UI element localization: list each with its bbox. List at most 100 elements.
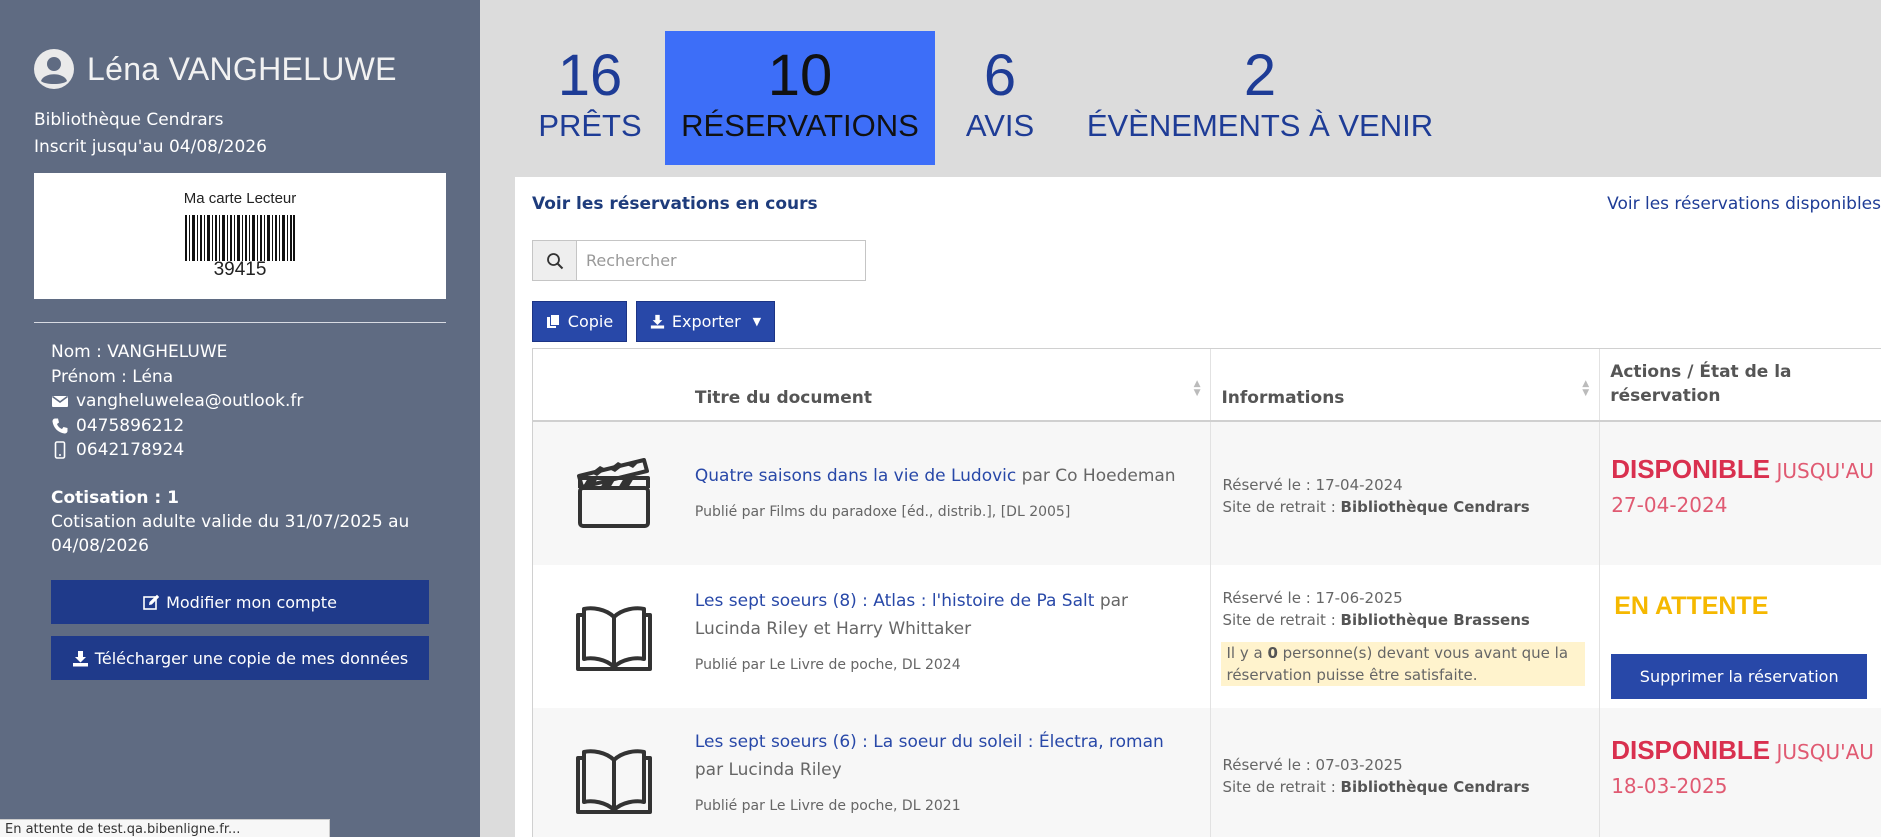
header-informations[interactable]: Informations ▲ ▼ (1211, 349, 1601, 420)
library-name: Bibliothèque Cendrars (34, 110, 224, 130)
doc-publisher: Publié par Le Livre de poche, DL 2021 (694, 798, 961, 814)
tab-avis[interactable]: 6 AVIS (935, 31, 1065, 165)
note-text-a: Il y a (1226, 644, 1268, 662)
download-icon (650, 314, 664, 329)
reserve-label: Réservé le : (1222, 756, 1316, 774)
cotisation-label: Cotisation : 1 (51, 488, 179, 508)
site-label: Site de retrait : (1222, 778, 1341, 796)
tab-label: AVIS (965, 108, 1035, 143)
doc-status-cell: DISPONIBLE JUSQU'AU 27-04-2024 (1600, 422, 1881, 565)
doc-author: par Lucinda Riley (694, 760, 842, 780)
doc-status-cell: EN ATTENTE Supprimer la réservation (1600, 565, 1881, 708)
modifier-compte-button[interactable]: Modifier mon compte (51, 580, 429, 624)
copy-icon (546, 314, 560, 328)
table-header: Titre du document ▲ ▼ Informations ▲ ▼ Act… (533, 349, 1881, 422)
card-title: Ma carte Lecteur (183, 190, 297, 207)
status-big: DISPONIBLE (1611, 454, 1771, 484)
cotisation-text: Cotisation adulte valide du 31/07/2025 a… (51, 512, 410, 556)
link-reservations-en-cours[interactable]: Voir les réservations en cours (532, 194, 818, 214)
doc-status-cell: DISPONIBLE JUSQU'AU 18-03-2025 (1600, 708, 1881, 837)
header-titre[interactable]: Titre du document ▲ ▼ (695, 349, 1212, 420)
reserve-label: Réservé le : (1222, 476, 1316, 494)
copie-button[interactable]: Copie (532, 301, 627, 342)
header-actions: Actions / État de la réservation (1600, 349, 1881, 420)
phone-icon (52, 418, 68, 434)
reserve-date: 17-06-2025 (1315, 589, 1403, 607)
mobile-icon (54, 441, 66, 460)
site-name: Bibliothèque Brassens (1340, 611, 1530, 629)
sort-icon[interactable]: ▲ ▼ (1582, 380, 1589, 398)
exporter-button[interactable]: Exporter ▼ (636, 301, 775, 342)
tab-label: ÉVÈNEMENTS À VENIR (1086, 108, 1434, 143)
tab-count: 2 (1243, 43, 1277, 108)
header-image (533, 349, 695, 420)
email-row: vangheluwelea@outlook.fr (51, 389, 303, 414)
telecharger-label: Télécharger une copie de mes données (94, 648, 409, 668)
search-icon-wrap[interactable] (533, 241, 577, 280)
download-icon (72, 650, 88, 666)
status-big: DISPONIBLE (1611, 735, 1771, 765)
tab-reservations[interactable]: 10 RÉSERVATIONS (665, 31, 935, 165)
site-label: Site de retrait : (1222, 611, 1341, 629)
status-small: JUSQU'AU (1770, 740, 1874, 764)
supprimer-reservation-button[interactable]: Supprimer la réservation (1611, 654, 1868, 699)
status-disponible: DISPONIBLE JUSQU'AU 18-03-2025 (1611, 733, 1881, 803)
doc-publisher: Publié par Le Livre de poche, DL 2024 (694, 657, 961, 673)
doc-title-cell: Quatre saisons dans la vie de Ludovic pa… (695, 422, 1212, 565)
status-bar: En attente de test.qa.bibenligne.fr... (0, 819, 330, 837)
envelope-icon (52, 396, 68, 408)
cotisation: Cotisation : 1 Cotisation adulte valide … (51, 486, 431, 558)
modifier-label: Modifier mon compte (166, 592, 337, 612)
tab-label: PRÊTS (538, 108, 642, 143)
nom-row: Nom : VANGHELUWE (51, 342, 228, 362)
table-row: Les sept soeurs (8) : Atlas : l'histoire… (533, 565, 1881, 708)
tab-prets[interactable]: 16 PRÊTS (515, 31, 665, 165)
status-en-attente: EN ATTENTE (1614, 592, 1769, 620)
tabs-bar: 16 PRÊTS 10 RÉSERVATIONS 6 AVIS 2 ÉVÈNEM… (515, 31, 1455, 165)
card-number: 39415 (213, 259, 267, 280)
search-icon (546, 252, 563, 269)
mobile-text: 0642178924 (76, 440, 185, 460)
tab-count: 10 (767, 43, 833, 108)
telecharger-donnees-button[interactable]: Télécharger une copie de mes données (51, 636, 429, 680)
doc-title-cell: Les sept soeurs (8) : Atlas : l'histoire… (695, 565, 1212, 708)
user-circle-icon (34, 49, 74, 89)
reserve-label: Réservé le : (1222, 589, 1316, 607)
user-header: Léna VANGHELUWE (33, 48, 397, 90)
status-date: 27-04-2024 (1611, 493, 1728, 517)
phone-row: 0475896212 (51, 414, 303, 439)
status-date: 18-03-2025 (1611, 774, 1728, 798)
open-book-icon (575, 749, 652, 814)
mobile-row: 0642178924 (51, 438, 303, 463)
tab-evenements[interactable]: 2 ÉVÈNEMENTS À VENIR (1065, 31, 1455, 165)
barcode-icon (185, 215, 295, 261)
tab-count: 16 (557, 43, 623, 108)
divider (34, 322, 446, 323)
tab-count: 6 (983, 43, 1017, 108)
queue-count: 0 (1267, 644, 1278, 662)
tab-label: RÉSERVATIONS (681, 108, 919, 143)
inscription-date: Inscrit jusqu'au 04/08/2026 (34, 137, 267, 157)
header-titre-label: Titre du document (694, 388, 872, 408)
note-text-c: personne(s) devant vous avant que la rés… (1226, 644, 1569, 684)
reservations-panel: Voir les réservations en cours Voir les … (515, 177, 1881, 837)
doc-title-link[interactable]: Les sept soeurs (6) : La soeur du soleil… (695, 732, 1164, 752)
doc-title-link[interactable]: Quatre saisons dans la vie de Ludovic (695, 466, 1016, 486)
table-row: Quatre saisons dans la vie de Ludovic pa… (533, 422, 1881, 565)
doc-title-cell: Les sept soeurs (6) : La soeur du soleil… (695, 708, 1212, 837)
search-box (532, 240, 866, 281)
email-text: vangheluwelea@outlook.fr (76, 391, 304, 411)
queue-note: Il y a 0 personne(s) devant vous avant q… (1221, 642, 1586, 686)
link-reservations-disponibles[interactable]: Voir les réservations disponibles (1607, 194, 1881, 214)
exporter-label: Exporter (671, 312, 741, 331)
doc-publisher: Publié par Films du paradoxe [éd., distr… (694, 504, 1071, 520)
edit-icon (143, 594, 160, 610)
search-input[interactable] (577, 241, 865, 280)
sort-icon[interactable]: ▲ ▼ (1194, 380, 1201, 398)
open-book-icon (575, 606, 652, 671)
status-disponible: DISPONIBLE JUSQU'AU 27-04-2024 (1611, 452, 1881, 522)
site-label: Site de retrait : (1222, 498, 1341, 516)
doc-title-link[interactable]: Les sept soeurs (8) : Atlas : l'histoire… (695, 591, 1095, 611)
reserve-date: 17-04-2024 (1315, 476, 1403, 494)
doc-author: par Co Hoedeman (1016, 466, 1176, 486)
